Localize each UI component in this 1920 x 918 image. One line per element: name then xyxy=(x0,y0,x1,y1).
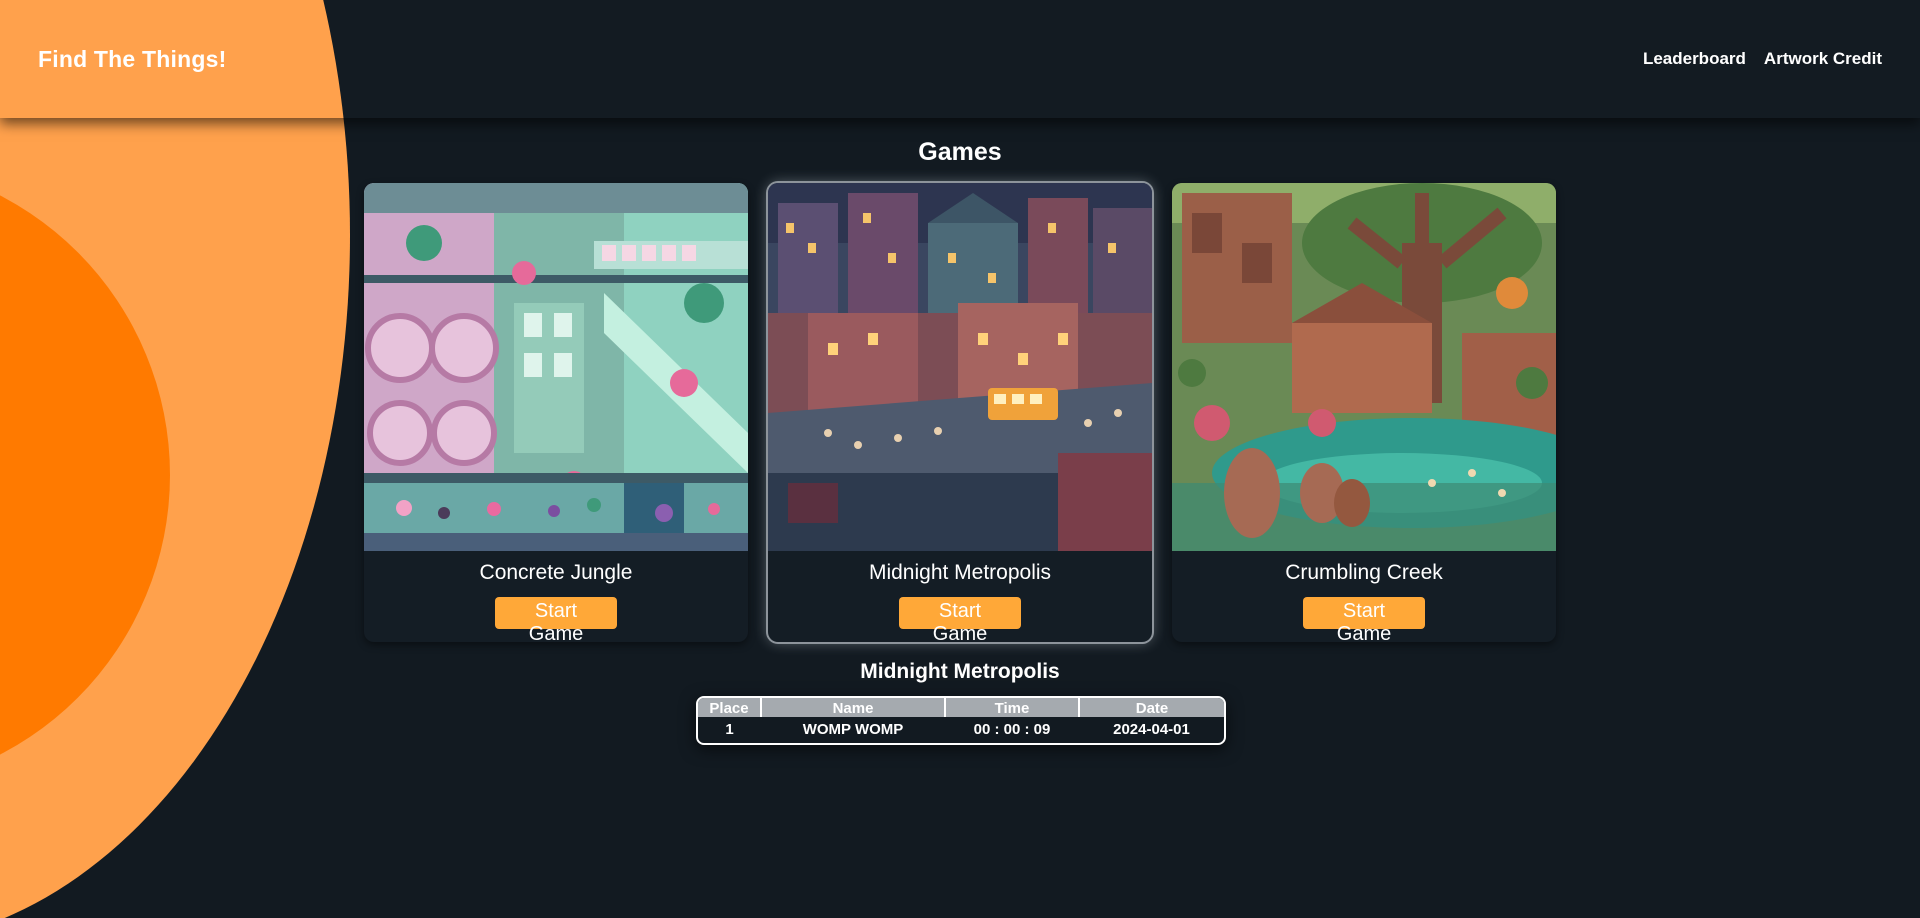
column-header-name: Name xyxy=(761,698,946,717)
game-card-concrete-jungle[interactable]: Concrete Jungle Start Game xyxy=(364,183,748,642)
game-cards: Concrete Jungle Start Game Midnight Metr… xyxy=(364,183,1556,642)
cell-time: 00 : 00 : 09 xyxy=(973,720,1051,738)
nav-links: Leaderboard Artwork Credit xyxy=(1643,49,1882,69)
leaderboard-title: Midnight Metropolis xyxy=(860,660,1060,683)
brand-link[interactable]: Find The Things! xyxy=(38,46,226,73)
cell-place: 1 xyxy=(725,720,734,738)
column-header-time: Time xyxy=(945,698,1080,717)
nav-leaderboard-link[interactable]: Leaderboard xyxy=(1643,49,1746,69)
nav-artwork-credit-link[interactable]: Artwork Credit xyxy=(1764,49,1882,69)
leaderboard-table-container: Place Name Time Date 1 WOMP WOMP 00 : 00… xyxy=(696,696,1226,745)
cell-name: WOMP WOMP xyxy=(802,720,904,738)
game-card-title: Concrete Jungle xyxy=(479,561,633,584)
column-header-date: Date xyxy=(1079,698,1224,717)
game-card-title: Crumbling Creek xyxy=(1285,561,1443,584)
page-title: Games xyxy=(918,138,1002,166)
leaderboard-table: Place Name Time Date 1 WOMP WOMP 00 : 00… xyxy=(698,698,1224,743)
game-card-crumbling-creek[interactable]: Crumbling Creek Start Game xyxy=(1172,183,1556,642)
crumbling-creek-artwork xyxy=(1172,183,1556,551)
start-game-button[interactable]: Start Game xyxy=(1303,597,1425,642)
leaderboard-header-row: Place Name Time Date xyxy=(698,698,1224,717)
start-game-button[interactable]: Start Game xyxy=(495,597,617,642)
column-header-place: Place xyxy=(698,698,762,717)
start-game-button[interactable]: Start Game xyxy=(899,597,1021,642)
top-navbar: Find The Things! Leaderboard Artwork Cre… xyxy=(0,0,1920,118)
table-row: 1 WOMP WOMP 00 : 00 : 09 2024-04-01 xyxy=(698,717,1224,743)
concrete-jungle-artwork xyxy=(364,183,748,551)
midnight-metropolis-artwork xyxy=(768,183,1152,551)
game-card-title: Midnight Metropolis xyxy=(868,561,1052,584)
game-card-midnight-metropolis[interactable]: Midnight Metropolis Start Game xyxy=(768,183,1152,642)
cell-date: 2024-04-01 xyxy=(1113,720,1190,738)
